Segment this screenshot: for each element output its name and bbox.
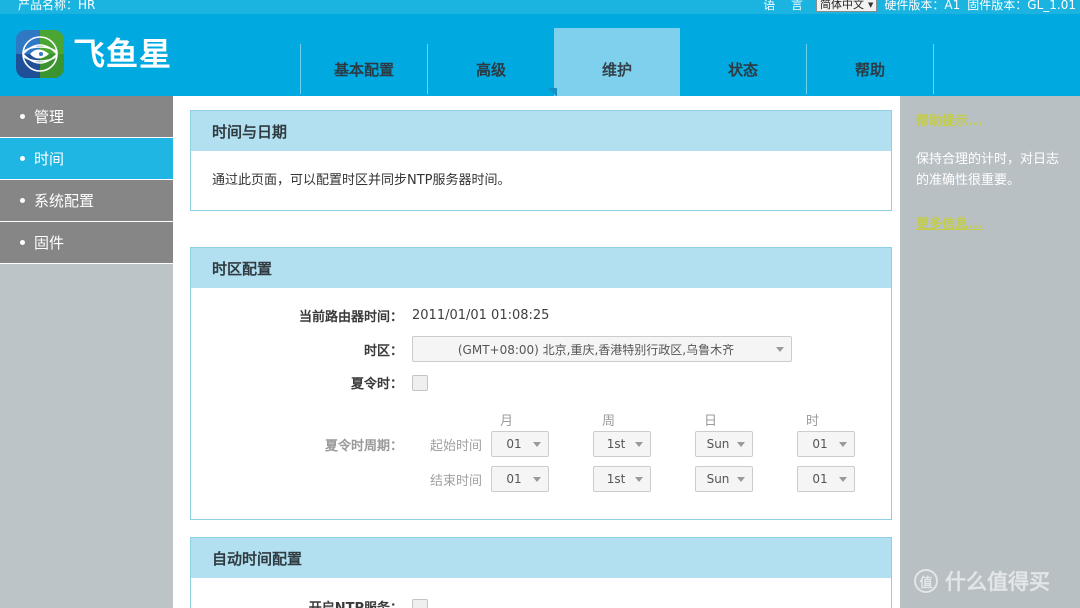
chevron-down-icon: [635, 477, 643, 482]
sidebar-item-firmware[interactable]: 固件: [0, 222, 173, 264]
panel-time-and-date: 时间与日期 通过此页面，可以配置时区并同步NTP服务器时间。: [190, 110, 892, 211]
language-label: 语 言: [763, 0, 810, 12]
sidebar-item-label: 固件: [34, 234, 65, 252]
ntp-label: 开启NTP服务：: [212, 597, 412, 608]
main-content: 时间与日期 通过此页面，可以配置时区并同步NTP服务器时间。 时区配置 当前路由…: [173, 96, 900, 608]
dst-start-hour-select[interactable]: 01: [797, 431, 855, 457]
dst-end-hour-select[interactable]: 01: [797, 466, 855, 492]
panel-timezone-config: 时区配置 当前路由器时间： 2011/01/01 01:08:25 时区： (G…: [190, 247, 892, 520]
dst-end-week-value: 1st: [606, 472, 626, 486]
timezone-label: 时区：: [363, 343, 403, 359]
help-title: 帮助提示...: [916, 114, 983, 129]
language-select-value: 简体中文: [820, 0, 865, 11]
column-header-hour: 时: [806, 414, 820, 429]
chevron-down-icon: [635, 442, 643, 447]
timezone-form: 当前路由器时间： 2011/01/01 01:08:25 时区： (GMT+08…: [191, 288, 891, 519]
language-select[interactable]: 简体中文 ▼: [816, 0, 878, 12]
bullet-icon: [20, 198, 25, 203]
panel-title: 自动时间配置: [191, 538, 891, 578]
row-timezone: 时区： (GMT+08:00) 北京,重庆,香港特别行政区,乌鲁木齐: [212, 336, 870, 362]
sidebar-item-label: 系统配置: [34, 192, 95, 210]
dst-end-day-select[interactable]: Sun: [695, 466, 753, 492]
watermark-text: 什么值得买: [945, 570, 1050, 594]
dst-checkbox[interactable]: [412, 374, 428, 391]
sidebar-item-time[interactable]: 时间: [0, 138, 173, 180]
dst-start-week-value: 1st: [606, 437, 626, 451]
panel-description: 通过此页面，可以配置时区并同步NTP服务器时间。: [212, 173, 511, 188]
top-right-info: 语 言 简体中文 ▼ 硬件版本：A1 固件版本：GL_1.01: [763, 0, 1076, 13]
dst-start-month-select[interactable]: 01: [491, 431, 549, 457]
column-header-week: 周: [602, 414, 616, 429]
sidebar-item-management[interactable]: 管理: [0, 96, 173, 138]
panel-auto-time-config: 自动时间配置 开启NTP服务：: [190, 537, 892, 608]
dst-end-row: 结束时间 01 1st Sun 01: [212, 466, 870, 492]
current-time-value: 2011/01/01 01:08:25: [412, 308, 550, 323]
dst-start-week-select[interactable]: 1st: [593, 431, 651, 457]
timezone-select[interactable]: (GMT+08:00) 北京,重庆,香港特别行政区,乌鲁木齐: [412, 336, 792, 362]
watermark: 值 什么值得买: [914, 566, 1050, 596]
column-header-month: 月: [500, 414, 514, 429]
help-sidebar: 帮助提示... 保持合理的计时，对日志的准确性很重要。 更多信息... 值 什么…: [900, 96, 1080, 608]
row-dst-toggle: 夏令时：: [212, 373, 870, 392]
help-text: 保持合理的计时，对日志的准确性很重要。: [916, 152, 1060, 188]
row-ntp-toggle: 开启NTP服务：: [212, 597, 870, 608]
dst-start-row: 夏令时周期： 起始时间 01 1st Sun 01: [212, 431, 870, 457]
dst-start-day-value: Sun: [706, 437, 730, 451]
chevron-down-icon: [776, 347, 784, 352]
sidebar-item-label: 时间: [34, 150, 65, 168]
column-header-day: 日: [704, 414, 718, 429]
dst-end-week-select[interactable]: 1st: [593, 466, 651, 492]
chevron-down-icon: [839, 477, 847, 482]
dst-end-day-value: Sun: [706, 472, 730, 486]
page-header: 飞鱼星 基本配置 高级 维护 状态 帮助: [0, 14, 1080, 110]
product-name-label: 产品名称：HR: [18, 0, 96, 12]
bullet-icon: [20, 240, 25, 245]
chevron-down-icon: [533, 442, 541, 447]
help-more-link[interactable]: 更多信息...: [916, 213, 983, 232]
dst-end-label: 结束时间: [429, 473, 482, 489]
hardware-version-label: 硬件版本：A1: [884, 0, 961, 12]
chevron-down-icon: [737, 442, 745, 447]
dst-end-hour-value: 01: [812, 472, 828, 486]
chevron-down-icon: ▼: [868, 0, 874, 9]
chevron-down-icon: [839, 442, 847, 447]
ntp-checkbox[interactable]: [412, 598, 428, 608]
panel-title: 时区配置: [191, 248, 891, 288]
auto-time-form: 开启NTP服务：: [191, 578, 891, 608]
brand-logo[interactable]: 飞鱼星: [16, 30, 172, 78]
page-body: 管理 时间 系统配置 固件 时间与日期 通过此页面，可以配置时区并同步NTP服务…: [0, 96, 1080, 608]
dst-start-month-value: 01: [506, 437, 522, 451]
current-time-label: 当前路由器时间：: [298, 310, 403, 325]
sidebar-item-label: 管理: [34, 108, 65, 126]
row-current-time: 当前路由器时间： 2011/01/01 01:08:25: [212, 306, 870, 325]
chevron-down-icon: [533, 477, 541, 482]
dst-start-hour-value: 01: [812, 437, 828, 451]
dst-end-month-select[interactable]: 01: [491, 466, 549, 492]
panel-title: 时间与日期: [191, 111, 891, 151]
firmware-version-label: 固件版本：GL_1.01: [967, 0, 1076, 12]
chevron-down-icon: [737, 477, 745, 482]
dst-column-headers: 月 周 日 时: [212, 410, 870, 429]
fish-globe-logo-icon: [16, 30, 64, 78]
bullet-icon: [20, 114, 25, 119]
bullet-icon: [20, 156, 25, 161]
dst-end-month-value: 01: [506, 472, 522, 486]
router-admin-page: 产品名称：HR 语 言 简体中文 ▼ 硬件版本：A1 固件版本：GL_1.01: [0, 0, 1080, 608]
sidebar-item-system-config[interactable]: 系统配置: [0, 180, 173, 222]
dst-label: 夏令时：: [350, 377, 403, 392]
sidebar: 管理 时间 系统配置 固件: [0, 96, 173, 608]
timezone-select-value: (GMT+08:00) 北京,重庆,香港特别行政区,乌鲁木齐: [457, 342, 735, 357]
brand-name: 飞鱼星: [73, 35, 173, 73]
dst-period-label: 夏令时周期：: [324, 438, 403, 454]
top-info-bar: 产品名称：HR 语 言 简体中文 ▼ 硬件版本：A1 固件版本：GL_1.01: [0, 0, 1080, 14]
watermark-badge-icon: 值: [914, 569, 938, 593]
dst-start-label: 起始时间: [429, 438, 482, 454]
dst-start-day-select[interactable]: Sun: [695, 431, 753, 457]
